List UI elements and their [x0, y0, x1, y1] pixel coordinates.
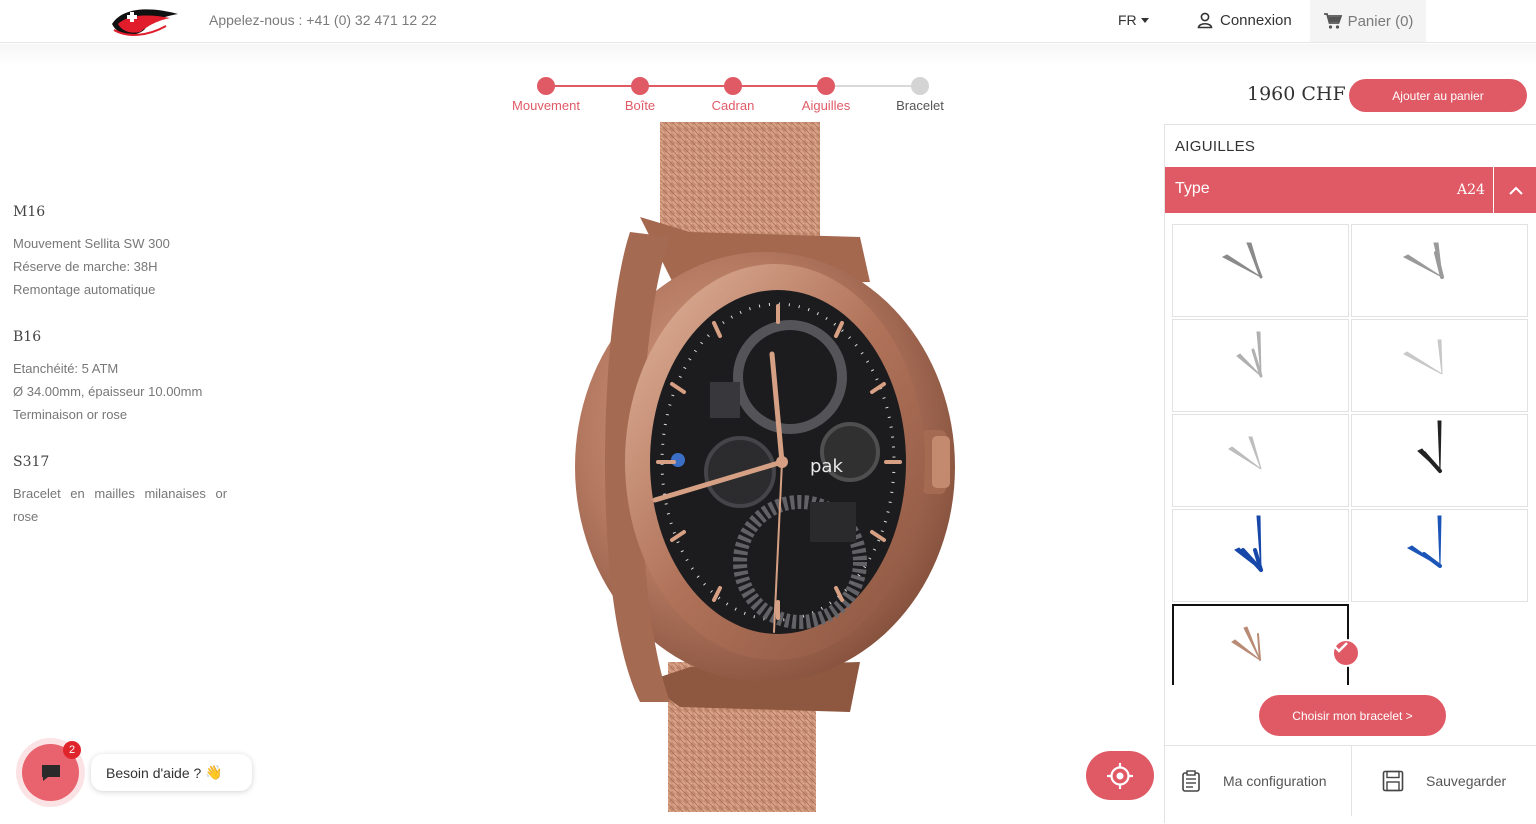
spec-code: M16: [13, 204, 46, 220]
cart-button[interactable]: Panier (0): [1310, 0, 1426, 42]
waving-hand-icon: 👋: [205, 764, 223, 780]
component-specs: M16 Mouvement Sellita SW 300 Réserve de …: [13, 204, 243, 556]
step-label: Aiguilles: [801, 98, 851, 113]
user-icon: [1197, 12, 1213, 29]
spec-code: S317: [13, 454, 50, 470]
help-prompt-bubble[interactable]: Besoin d'aide ? 👋: [91, 754, 252, 791]
spec-line: rose: [13, 509, 39, 524]
spec-line: Ø 34.00mm, épaisseur 10.00mm: [13, 384, 203, 399]
hands-option-7[interactable]: [1172, 509, 1349, 602]
hands-grey-dark-icon: [1221, 242, 1263, 279]
step-dot: [817, 77, 835, 95]
hands-pale-silver-icon: [1228, 436, 1262, 470]
hands-options-grid: [1172, 224, 1530, 685]
hands-option-6[interactable]: [1351, 414, 1528, 507]
language-selector[interactable]: FR: [1118, 12, 1149, 28]
hands-option-2[interactable]: [1351, 224, 1528, 317]
panel-footer: Ma configuration Sauvegarder: [1165, 745, 1536, 824]
step-dot: [631, 77, 649, 95]
my-configuration-label: Ma configuration: [1223, 773, 1327, 789]
hands-option-1[interactable]: [1172, 224, 1349, 317]
cart-icon: [1323, 13, 1342, 29]
step-label: Bracelet: [896, 98, 944, 113]
hands-option-3[interactable]: [1172, 319, 1349, 412]
spec-line: Etanchéité: 5 ATM: [13, 361, 119, 376]
dial-brand: pak: [810, 456, 843, 477]
language-label: FR: [1118, 12, 1137, 28]
spec-line: Terminaison or rose: [13, 407, 128, 422]
step-aiguilles[interactable]: Aiguilles: [776, 77, 876, 113]
panel-title: AIGUILLES: [1175, 138, 1256, 155]
hands-black-icon: [1417, 420, 1442, 473]
phone-number: Appelez-nous : +41 (0) 32 471 12 22: [209, 12, 437, 28]
step-cadran[interactable]: Cadran: [683, 77, 783, 113]
hands-grey-icon: [1402, 242, 1444, 279]
collapse-toggle[interactable]: [1493, 167, 1536, 213]
login-label: Connexion: [1220, 11, 1292, 29]
crosshair-icon: [1107, 762, 1133, 789]
caret-down-icon: [1140, 18, 1149, 23]
step-dot: [537, 77, 555, 95]
step-bracelet[interactable]: Bracelet: [870, 77, 970, 113]
chat-bubble-icon: [41, 764, 60, 781]
spec-strap: S317 Bracelet en mailles milanaises or r…: [13, 454, 243, 528]
step-dot: [724, 77, 742, 95]
spec-case: B16 Etanchéité: 5 ATM Ø 34.00mm, épaisse…: [13, 329, 243, 426]
help-text: Besoin d'aide ?: [106, 764, 202, 781]
step-label: Boîte: [624, 98, 656, 113]
hands-option-9-selected[interactable]: [1172, 604, 1360, 685]
header-shadow-band: [0, 44, 1536, 66]
options-panel: AIGUILLES Type A24 Choisir mon bracelet …: [1164, 124, 1536, 823]
save-label: Sauvegarder: [1426, 773, 1507, 789]
step-label: Mouvement: [512, 98, 580, 113]
spec-code: B16: [13, 329, 42, 345]
spec-line: Mouvement Sellita SW 300: [13, 236, 170, 251]
configurator-stepper: Mouvement Boîte Cadran Aiguilles Bracele…: [500, 74, 960, 114]
login-link[interactable]: Connexion: [1196, 11, 1292, 29]
chat-unread-badge: 2: [63, 741, 81, 759]
chevron-up-icon: [1508, 186, 1523, 195]
step-mouvement[interactable]: Mouvement: [496, 77, 596, 113]
spec-line: Remontage automatique: [13, 282, 156, 297]
site-header: Appelez-nous : +41 (0) 32 471 12 22 FR C…: [0, 0, 1536, 43]
step-dot: [911, 77, 929, 95]
hands-pivot: [776, 456, 788, 468]
type-value: A24: [1457, 182, 1485, 198]
spec-movement: M16 Mouvement Sellita SW 300 Réserve de …: [13, 204, 243, 301]
hands-light-silver-icon: [1403, 339, 1443, 375]
watch-3d-preview[interactable]: pak: [560, 122, 960, 812]
spec-line: Réserve de marche: 38H: [13, 259, 158, 274]
recenter-view-button[interactable]: [1086, 751, 1154, 800]
save-button[interactable]: Sauvegarder: [1382, 746, 1506, 816]
hands-rose-gold-icon: [1231, 626, 1261, 661]
hands-option-8[interactable]: [1351, 509, 1528, 602]
clipboard-icon: [1182, 770, 1200, 792]
brand-logo[interactable]: [108, 4, 182, 40]
add-to-cart-button[interactable]: Ajouter au panier: [1349, 79, 1527, 112]
price-display: 1960 CHF: [1247, 83, 1346, 105]
selected-check-icon: [1332, 639, 1360, 667]
hands-option-4[interactable]: [1351, 319, 1528, 412]
step-boite[interactable]: Boîte: [590, 77, 690, 113]
save-disk-icon: [1382, 770, 1404, 792]
hands-option-5[interactable]: [1172, 414, 1349, 507]
spec-line: Bracelet en mailles milanaises or: [13, 486, 228, 501]
type-label: Type: [1175, 180, 1210, 197]
step-label: Cadran: [711, 98, 755, 113]
hands-blue-icon: [1234, 515, 1263, 572]
hands-silver-icon: [1236, 331, 1263, 378]
footer-divider: [1351, 746, 1352, 816]
hands-blue-alt-icon: [1406, 515, 1442, 568]
my-configuration-button[interactable]: Ma configuration: [1181, 746, 1327, 816]
choose-bracelet-button[interactable]: Choisir mon bracelet >: [1259, 695, 1446, 736]
type-selector-bar[interactable]: Type A24: [1165, 167, 1536, 213]
cart-label: Panier (0): [1347, 12, 1414, 30]
